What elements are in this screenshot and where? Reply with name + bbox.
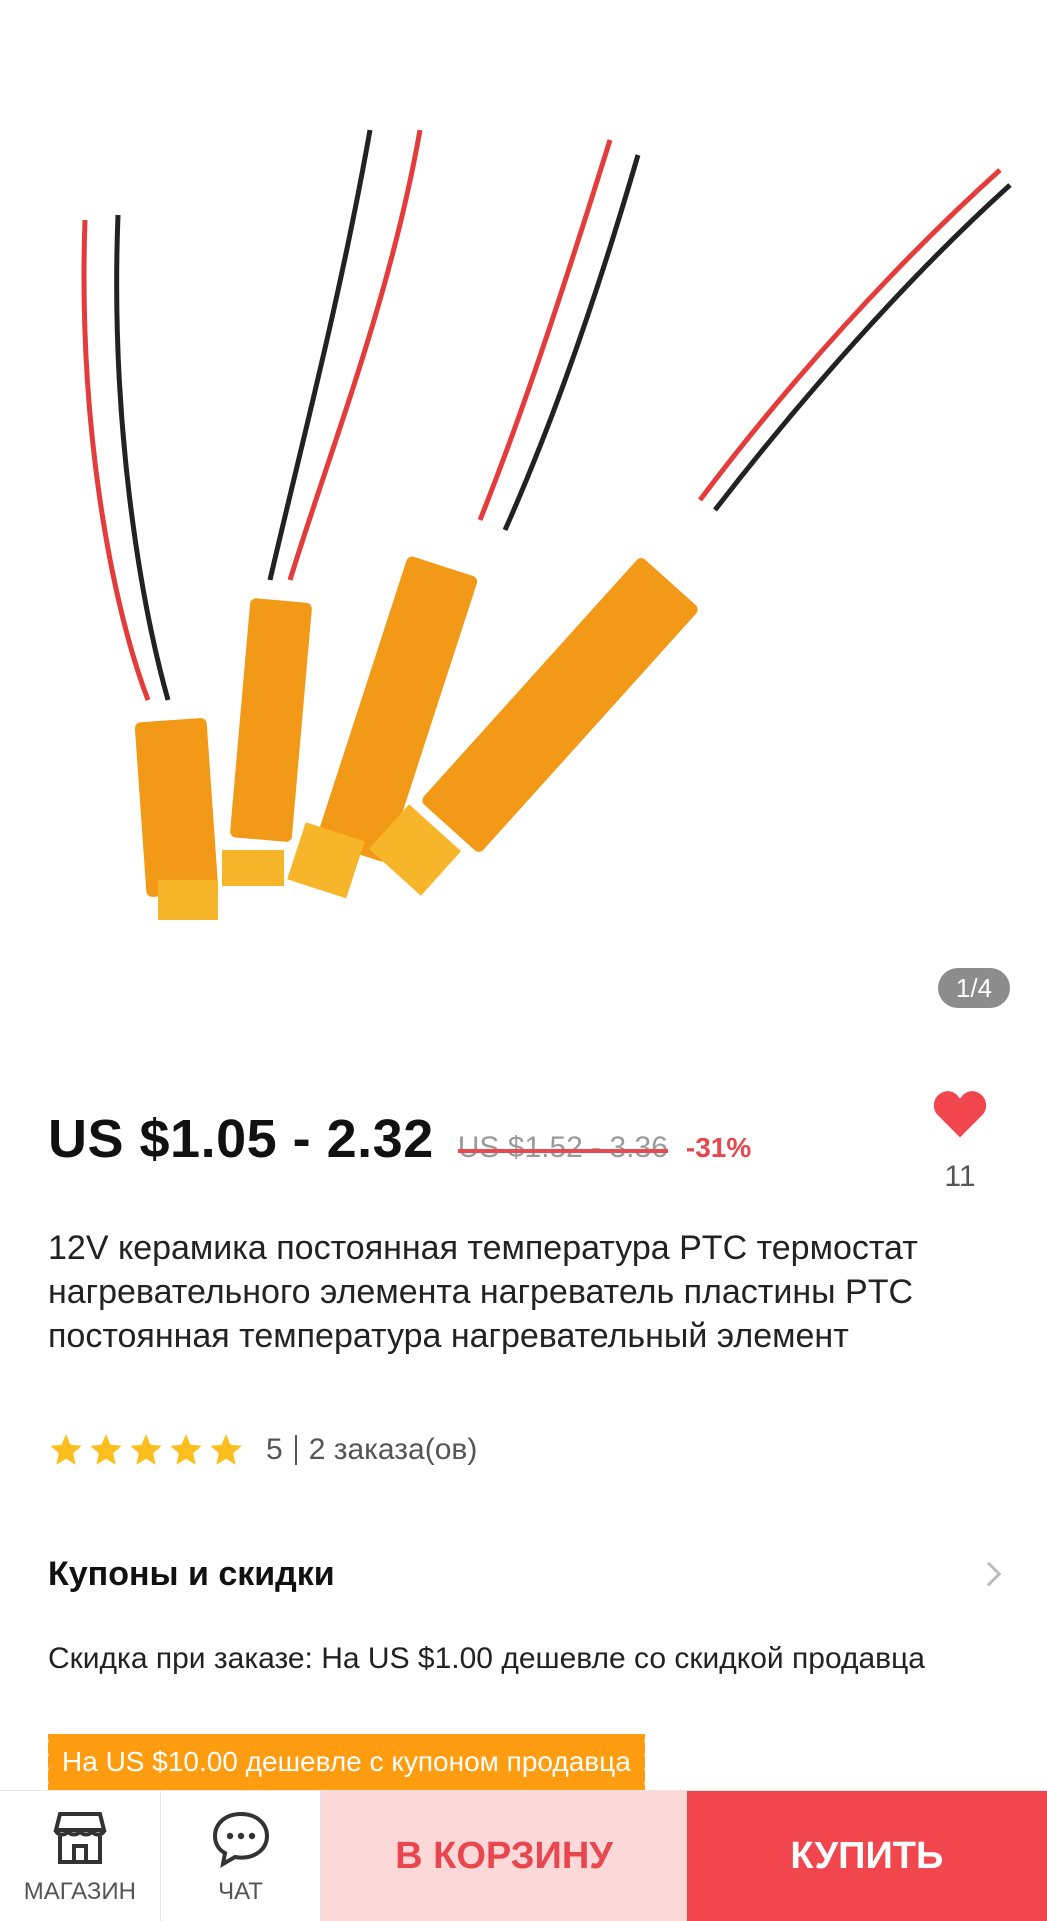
rating-stars: [48, 1432, 244, 1468]
add-to-cart-button[interactable]: В КОРЗИНУ: [321, 1791, 687, 1921]
section-title: Купоны и скидки: [48, 1554, 335, 1593]
bottom-action-bar: МАГАЗИН ЧАТ В КОРЗИНУ КУПИТЬ: [0, 1790, 1047, 1921]
heart-icon: [933, 1091, 987, 1138]
current-price: US $1.05 - 2.32: [48, 1109, 434, 1169]
star-icon: [90, 1434, 122, 1465]
star-icon: [130, 1434, 162, 1465]
product-image: [81, 129, 1012, 920]
star-icon: [50, 1434, 82, 1465]
store-button[interactable]: МАГАЗИН: [0, 1791, 161, 1921]
price-row: US $1.05 - 2.32 US $1.52 - 3.36 -31%: [48, 1108, 751, 1178]
discount-badge: -31%: [685, 1132, 752, 1163]
product-image-gallery[interactable]: 1/4: [0, 0, 1047, 1040]
favorites-count: 11: [944, 1160, 976, 1193]
coupons-section-header[interactable]: Купоны и скидки: [48, 1548, 1008, 1600]
chat-button[interactable]: ЧАТ: [161, 1791, 322, 1921]
rating-value: 5: [266, 1433, 283, 1466]
chat-label: ЧАТ: [218, 1878, 263, 1905]
orders-count: 2 заказа(ов): [308, 1433, 478, 1466]
image-counter: 1/4: [938, 968, 1010, 1008]
store-label: МАГАЗИН: [23, 1878, 136, 1905]
star-icon: [210, 1434, 242, 1465]
store-icon: [53, 1812, 107, 1864]
chevron-right-icon: [986, 1561, 1002, 1587]
rating-row[interactable]: 5 2 заказа(ов): [48, 1430, 477, 1470]
old-price: US $1.52 - 3.36: [457, 1131, 669, 1164]
buy-now-button[interactable]: КУПИТЬ: [686, 1791, 1047, 1921]
order-discount-text: Скидка при заказе: На US $1.00 дешевле с…: [48, 1642, 925, 1675]
favorite-button[interactable]: [932, 1088, 988, 1145]
product-title: 12V керамика постоянная температура PTC …: [48, 1229, 918, 1355]
chat-icon: [212, 1811, 269, 1868]
seller-coupon-badge[interactable]: На US $10.00 дешевле с купоном продавца: [44, 1734, 649, 1790]
rating-divider: [294, 1435, 297, 1465]
star-icon: [170, 1434, 202, 1465]
